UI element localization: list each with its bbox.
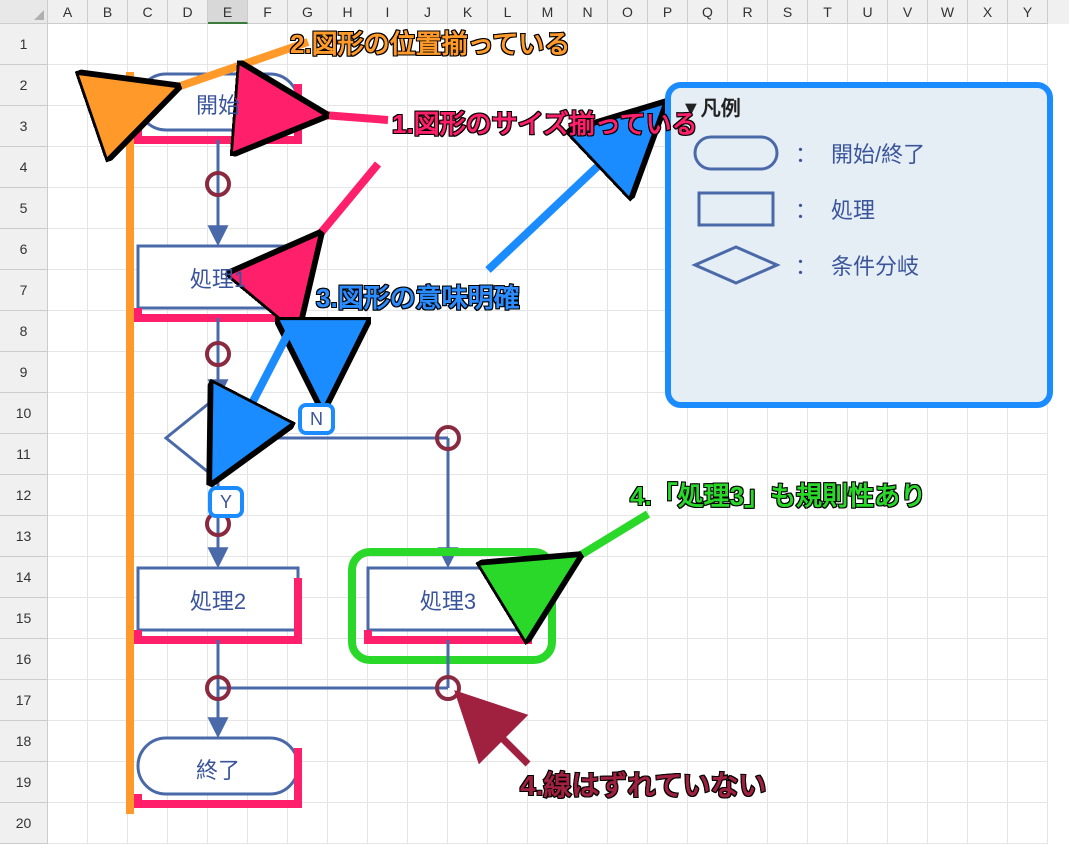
row-header-6[interactable]: 6 <box>0 229 48 270</box>
column-headers: ABCDEFGHIJKLMNOPQRSTUVWXY <box>0 0 1069 24</box>
row-header-13[interactable]: 13 <box>0 516 48 557</box>
annotation-4b: 4.線はずれていない <box>520 764 767 804</box>
annotation-4a: 4.「処理3」も規則性あり <box>630 476 926 513</box>
col-header-I[interactable]: I <box>368 0 408 24</box>
row-header-12[interactable]: 12 <box>0 475 48 516</box>
col-header-F[interactable]: F <box>248 0 288 24</box>
badge-yes: Y <box>208 486 244 518</box>
col-header-L[interactable]: L <box>488 0 528 24</box>
row-header-15[interactable]: 15 <box>0 598 48 639</box>
legend-label-process: 処理 <box>831 193 875 225</box>
decision-icon <box>691 243 781 287</box>
process-icon <box>691 187 781 231</box>
col-header-B[interactable]: B <box>88 0 128 24</box>
row-header-2[interactable]: 2 <box>0 65 48 106</box>
row-header-14[interactable]: 14 <box>0 557 48 598</box>
col-header-N[interactable]: N <box>568 0 608 24</box>
col-header-R[interactable]: R <box>728 0 768 24</box>
col-header-H[interactable]: H <box>328 0 368 24</box>
col-header-U[interactable]: U <box>848 0 888 24</box>
annotation-3: 3.図形の意味明確 <box>316 278 520 315</box>
terminator-icon <box>691 131 781 175</box>
spreadsheet-view: ABCDEFGHIJKLMNOPQRSTUVWXY 12345678910111… <box>0 0 1069 850</box>
badge-no: N <box>298 403 335 435</box>
col-header-E[interactable]: E <box>208 0 248 24</box>
row-header-16[interactable]: 16 <box>0 639 48 680</box>
col-header-W[interactable]: W <box>928 0 968 24</box>
col-header-D[interactable]: D <box>168 0 208 24</box>
select-all-corner[interactable] <box>0 0 48 24</box>
row-header-9[interactable]: 9 <box>0 352 48 393</box>
annotation-2: 2.図形の位置揃っている <box>290 24 570 61</box>
row-header-11[interactable]: 11 <box>0 434 48 475</box>
row-header-1[interactable]: 1 <box>0 24 48 65</box>
col-header-O[interactable]: O <box>608 0 648 24</box>
legend-label-terminator: 開始/終了 <box>831 137 925 169</box>
col-header-Y[interactable]: Y <box>1008 0 1048 24</box>
row-header-19[interactable]: 19 <box>0 762 48 803</box>
legend-row-terminator: ： 開始/終了 <box>671 125 1047 181</box>
col-header-X[interactable]: X <box>968 0 1008 24</box>
col-header-J[interactable]: J <box>408 0 448 24</box>
row-header-7[interactable]: 7 <box>0 270 48 311</box>
col-header-T[interactable]: T <box>808 0 848 24</box>
row-header-18[interactable]: 18 <box>0 721 48 762</box>
col-header-P[interactable]: P <box>648 0 688 24</box>
legend-row-process: ： 処理 <box>671 181 1047 237</box>
col-header-A[interactable]: A <box>48 0 88 24</box>
row-header-17[interactable]: 17 <box>0 680 48 721</box>
row-header-3[interactable]: 3 <box>0 106 48 147</box>
col-header-M[interactable]: M <box>528 0 568 24</box>
row-header-20[interactable]: 20 <box>0 803 48 844</box>
col-header-G[interactable]: G <box>288 0 328 24</box>
legend-box: ▼凡例 ： 開始/終了 ： 処理 ： 条件分岐 <box>665 82 1053 408</box>
legend-label-decision: 条件分岐 <box>831 249 919 281</box>
legend-title: ▼凡例 <box>671 88 1047 125</box>
row-header-8[interactable]: 8 <box>0 311 48 352</box>
col-header-Q[interactable]: Q <box>688 0 728 24</box>
row-headers: 1234567891011121314151617181920 <box>0 24 48 844</box>
row-header-5[interactable]: 5 <box>0 188 48 229</box>
row-header-10[interactable]: 10 <box>0 393 48 434</box>
col-header-V[interactable]: V <box>888 0 928 24</box>
legend-row-decision: ： 条件分岐 <box>671 237 1047 293</box>
annotation-1: 1.図形のサイズ揃っている <box>392 104 698 141</box>
col-header-C[interactable]: C <box>128 0 168 24</box>
row-header-4[interactable]: 4 <box>0 147 48 188</box>
col-header-K[interactable]: K <box>448 0 488 24</box>
col-header-S[interactable]: S <box>768 0 808 24</box>
